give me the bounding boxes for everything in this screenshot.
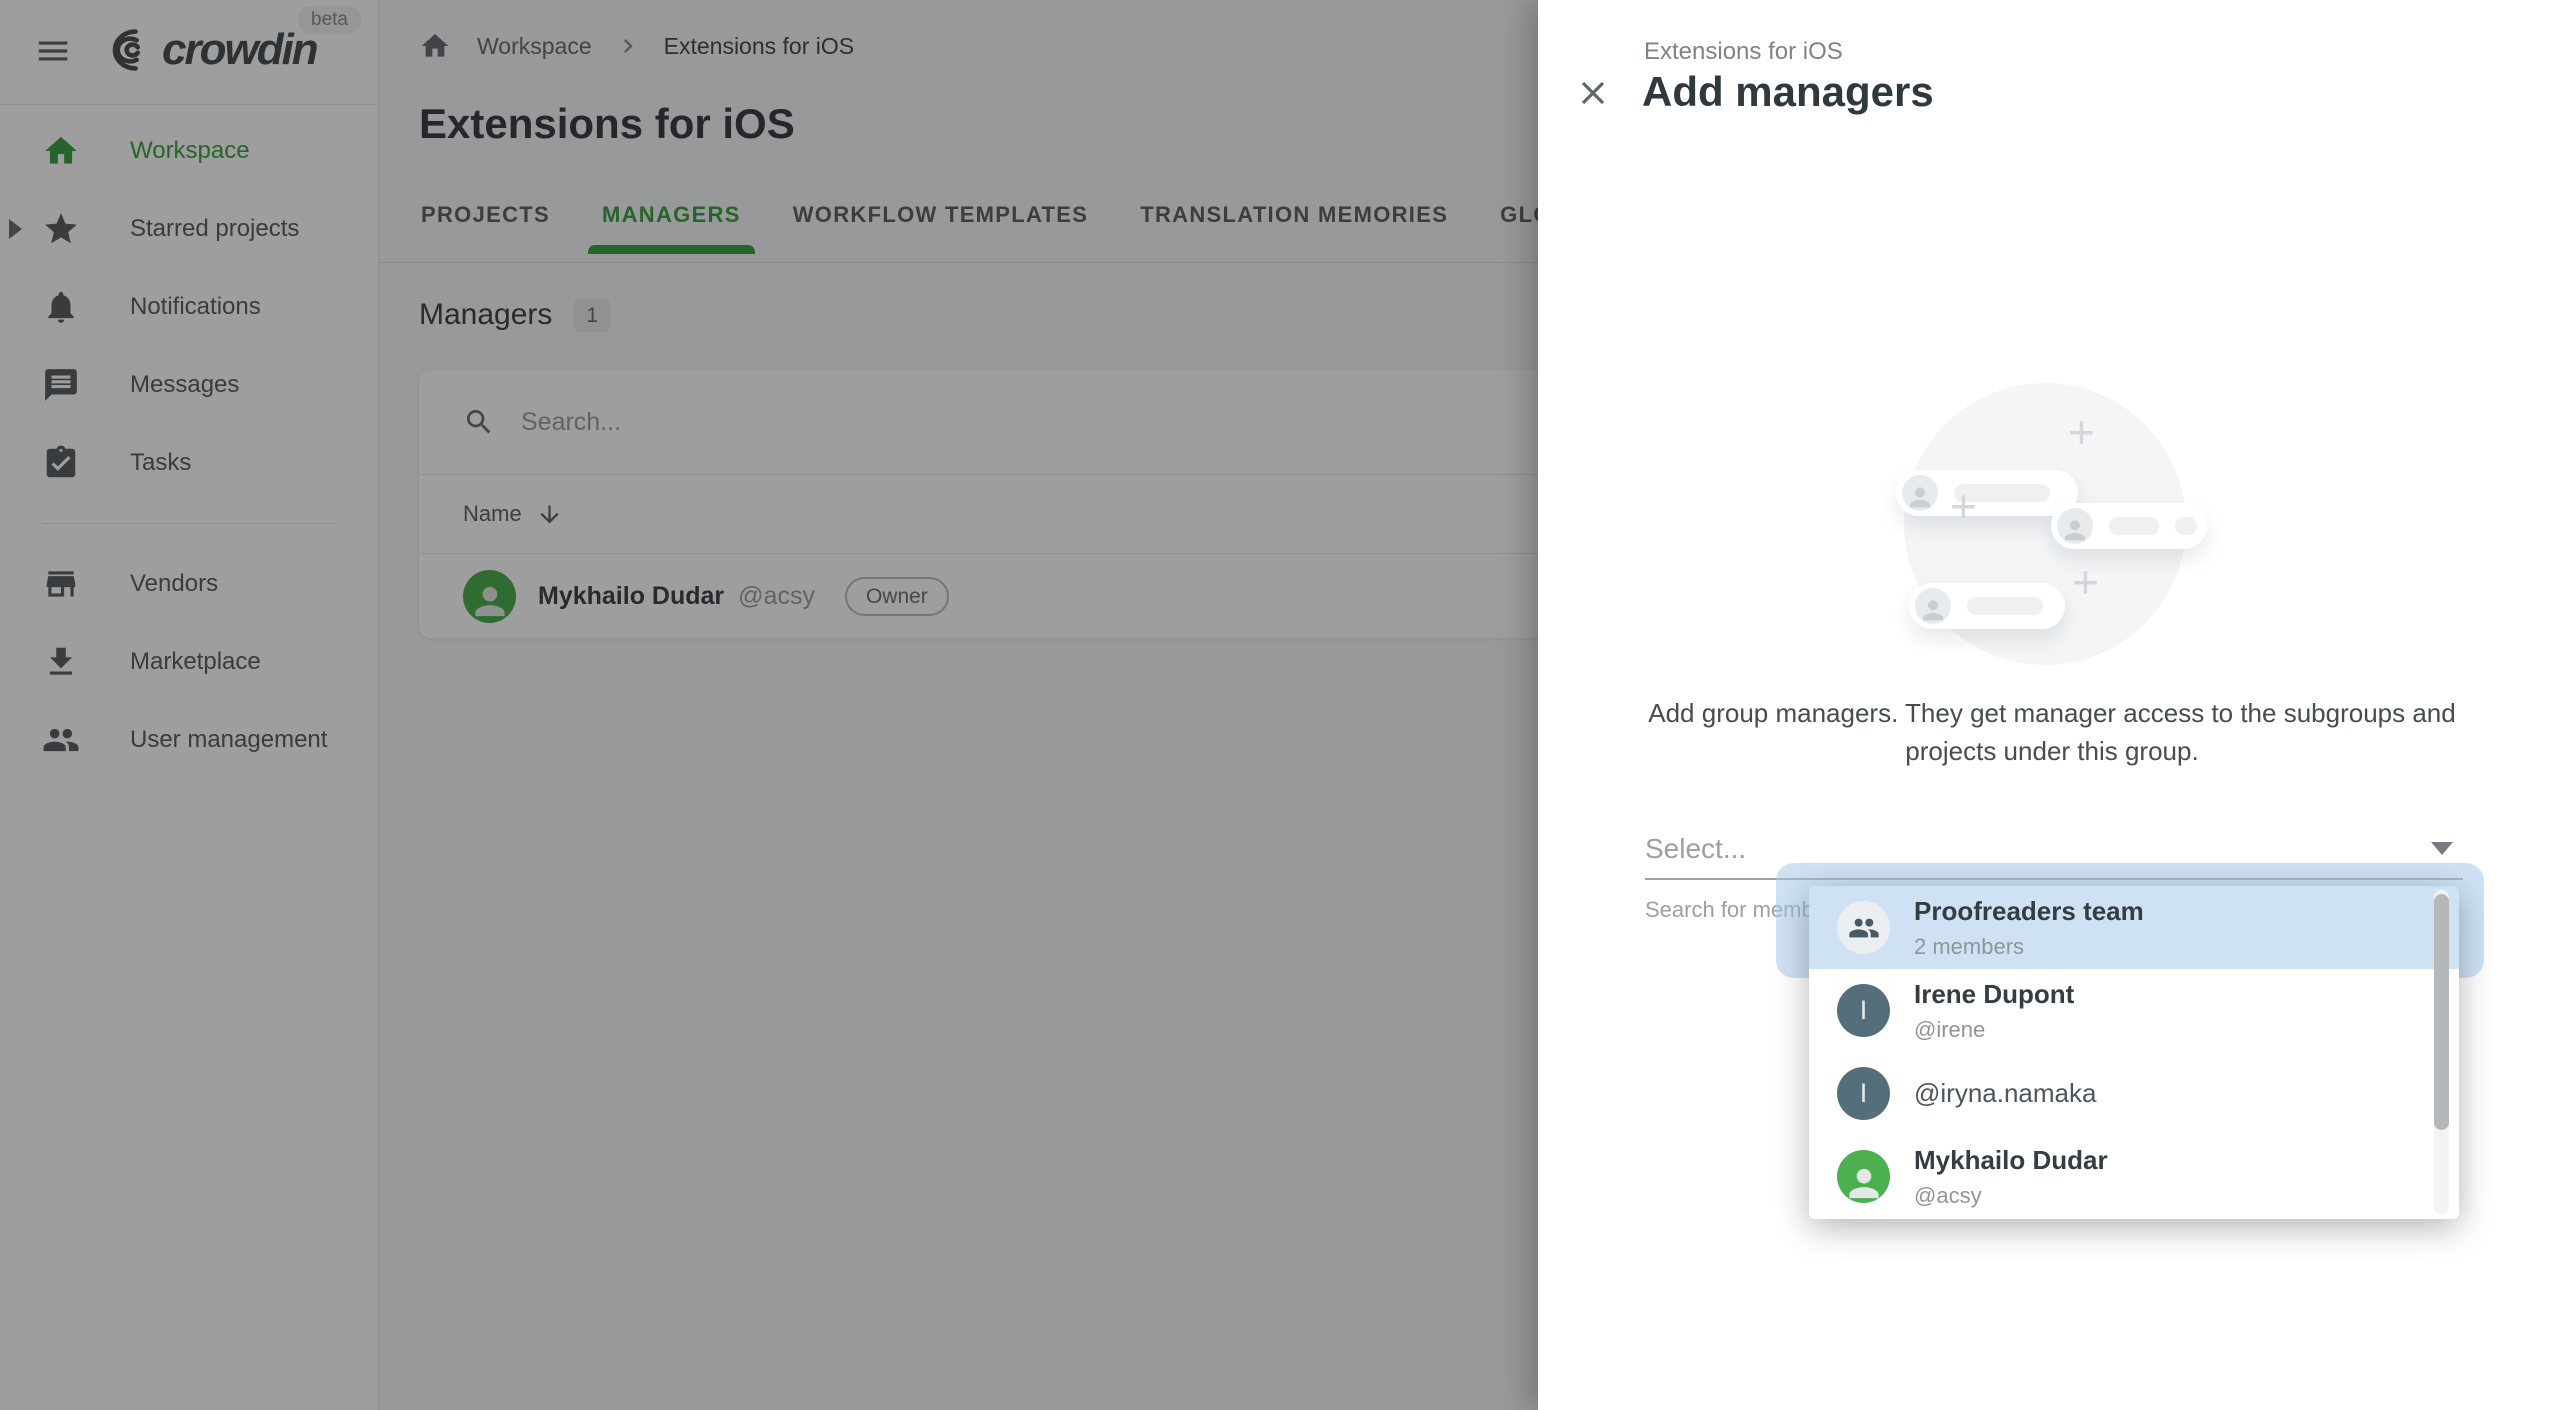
dropdown-item-subtitle: @irene (1914, 1017, 2074, 1043)
close-icon[interactable] (1574, 74, 1612, 112)
dropdown-item-irene-dupont[interactable]: I Irene Dupont @irene (1809, 969, 2459, 1052)
letter-avatar: I (1837, 984, 1890, 1037)
placeholder-bar (2109, 517, 2159, 535)
crowdin-workspace-page: crowdin beta Workspace Starred projects … (0, 0, 2566, 1410)
avatar (1837, 1150, 1890, 1203)
caret-down-icon[interactable] (2431, 842, 2453, 855)
dropdown-item-subtitle: 2 members (1914, 934, 2144, 960)
dropdown-item-title: @iryna.namaka (1914, 1078, 2096, 1109)
placeholder-bar (2175, 517, 2197, 535)
dropdown-item-title: Irene Dupont (1914, 979, 2074, 1010)
illustration-pill (1896, 470, 2078, 516)
add-managers-modal: Extensions for iOS Add managers + + + Ad (1538, 0, 2566, 1410)
dropdown-item-proofreaders-team[interactable]: Proofreaders team 2 members (1809, 886, 2459, 969)
members-dropdown: Proofreaders team 2 members I Irene Dupo… (1809, 886, 2459, 1219)
select-placeholder: Select... (1645, 833, 1746, 865)
illustration-pill (2051, 503, 2207, 549)
plus-icon: + (2072, 559, 2099, 605)
dropdown-item-subtitle: @acsy (1914, 1183, 2108, 1209)
team-icon (1837, 901, 1890, 954)
modal-title: Add managers (1642, 68, 1934, 116)
person-icon (1915, 588, 1951, 624)
dropdown-item-title: Mykhailo Dudar (1914, 1145, 2108, 1176)
placeholder-bar (1967, 597, 2043, 615)
letter-avatar: I (1837, 1067, 1890, 1120)
person-icon (2057, 508, 2093, 544)
dropdown-scrollbar-thumb[interactable] (2434, 894, 2449, 1130)
dropdown-item-iryna-namaka[interactable]: I @iryna.namaka (1809, 1052, 2459, 1135)
plus-icon: + (2068, 409, 2095, 455)
dropdown-item-mykhailo-dudar[interactable]: Mykhailo Dudar @acsy (1809, 1135, 2459, 1218)
modal-context-label: Extensions for iOS (1644, 38, 1843, 66)
illustration-pill (1909, 583, 2065, 629)
modal-description: Add group managers. They get manager acc… (1643, 694, 2461, 770)
person-icon (1902, 475, 1938, 511)
plus-icon: + (1950, 483, 1977, 529)
dropdown-scrollbar (2434, 890, 2449, 1215)
add-managers-illustration: + + + (1904, 383, 2186, 665)
dropdown-item-title: Proofreaders team (1914, 896, 2144, 927)
